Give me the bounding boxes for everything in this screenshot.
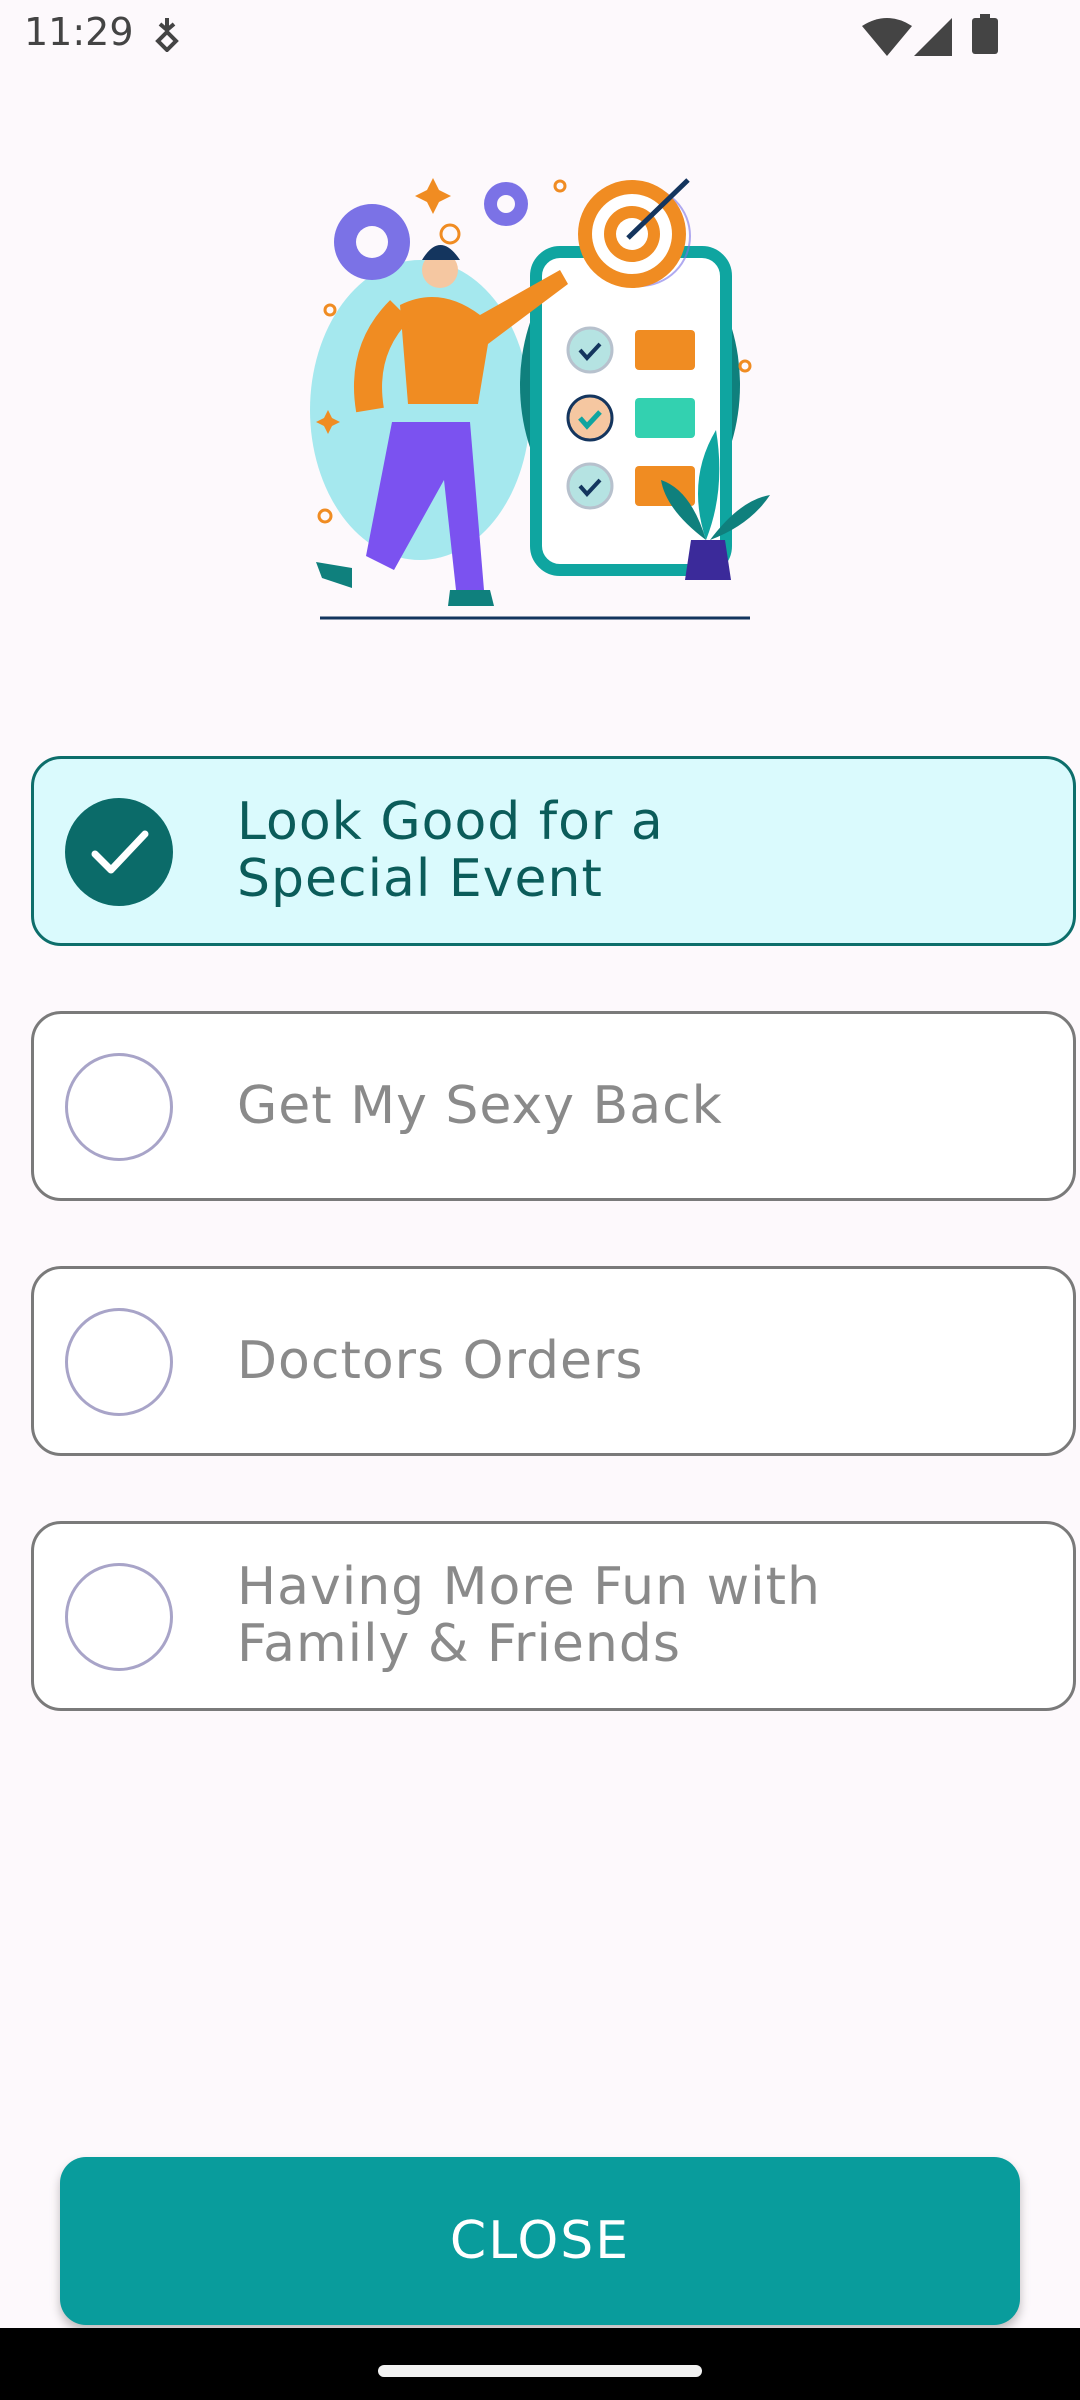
goal-option-label: Get My Sexy Back — [237, 1075, 723, 1136]
data-saver-icon — [152, 16, 182, 56]
wifi-icon — [862, 18, 912, 60]
goal-option-family-friends[interactable]: Having More Fun with Family & Friends — [31, 1521, 1076, 1711]
radio-unchecked-icon — [65, 1563, 173, 1671]
radio-unchecked-icon — [65, 1308, 173, 1416]
goal-option-label: Doctors Orders — [237, 1330, 644, 1391]
status-bar: 11:29 — [0, 0, 1080, 70]
goal-option-special-event[interactable]: Look Good for a Special Event — [31, 756, 1076, 946]
status-time: 11:29 — [24, 10, 134, 54]
home-gesture-handle[interactable] — [378, 2365, 702, 2377]
goal-option-sexy-back[interactable]: Get My Sexy Back — [31, 1011, 1076, 1201]
close-button[interactable]: CLOSE — [60, 2157, 1020, 2325]
goal-option-label: Look Good for a Special Event — [237, 792, 664, 909]
goal-selection-screen: 11:29 Look Good for a Special Event Get … — [0, 0, 1080, 2400]
battery-icon — [972, 14, 998, 58]
system-navigation-bar — [0, 2328, 1080, 2400]
goals-illustration — [300, 160, 790, 640]
radio-unchecked-icon — [65, 1053, 173, 1161]
cell-signal-icon — [914, 18, 952, 60]
goal-option-doctors-orders[interactable]: Doctors Orders — [31, 1266, 1076, 1456]
goal-option-label: Having More Fun with Family & Friends — [237, 1557, 821, 1674]
check-icon — [65, 798, 173, 906]
